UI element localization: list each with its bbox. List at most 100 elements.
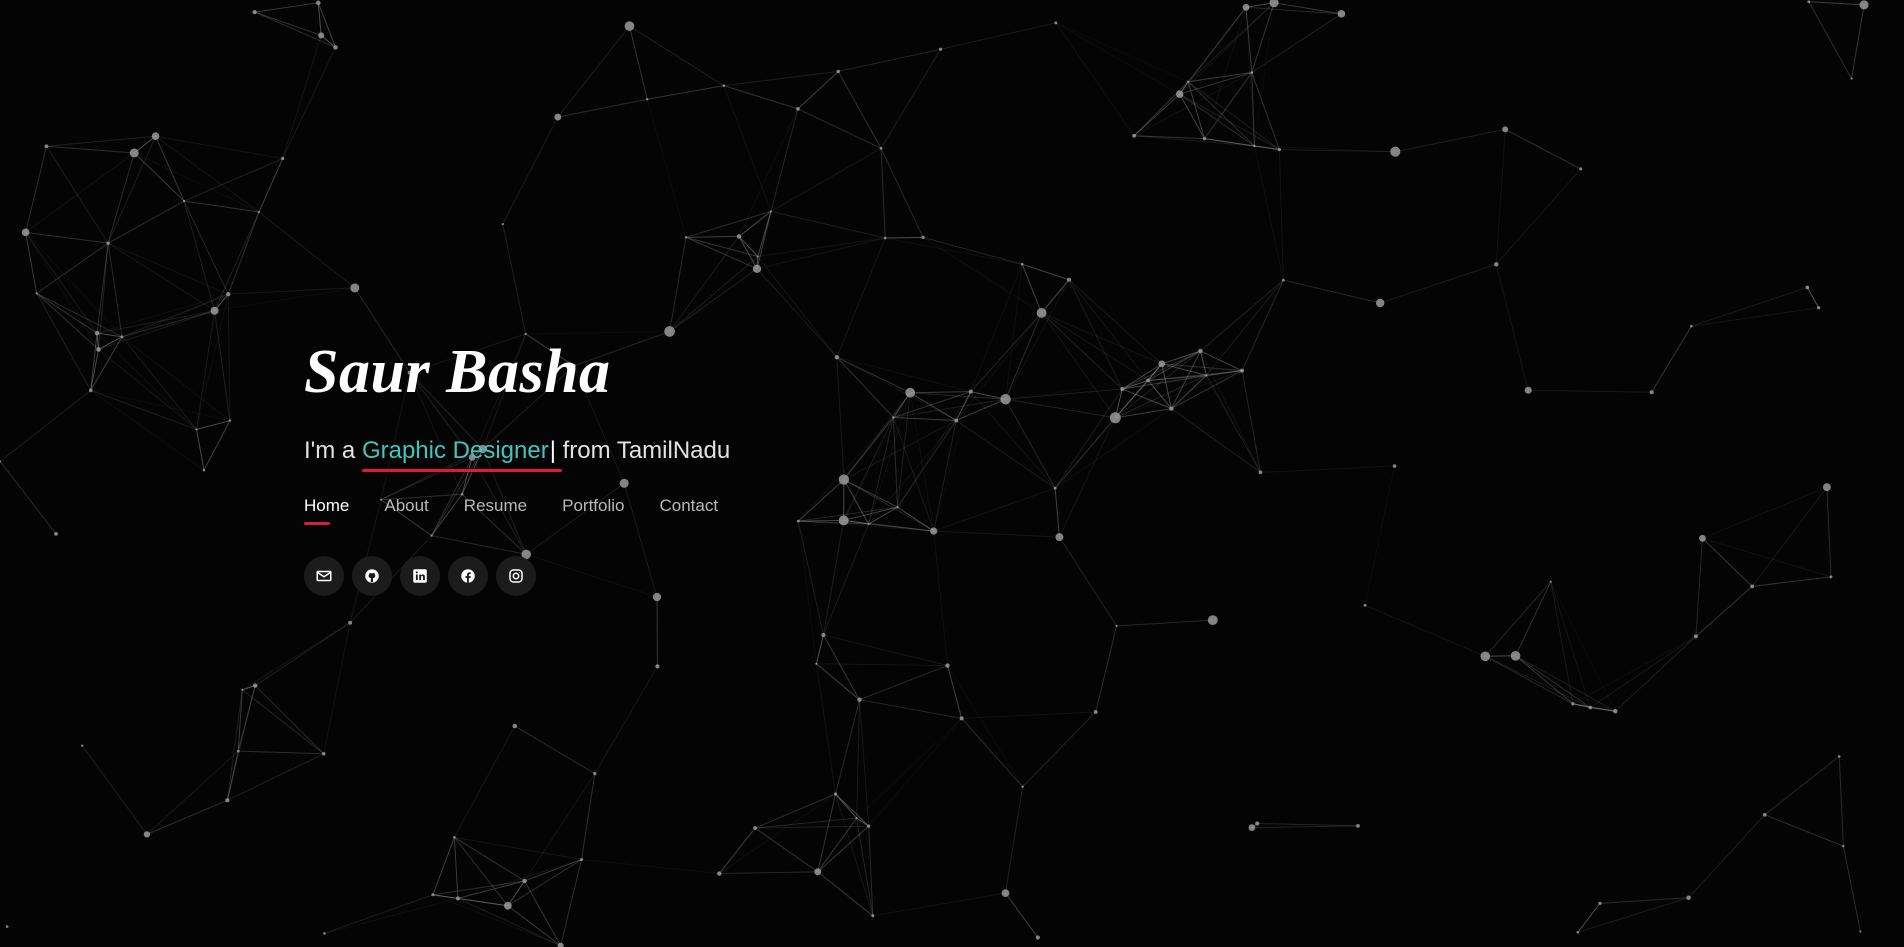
particle-links: [0, 1, 1865, 947]
nav-portfolio-link[interactable]: Portfolio: [562, 495, 624, 517]
typing-caret: |: [549, 437, 556, 464]
particle-node: [94, 330, 100, 336]
hero-section: Saur Basha I'm a Graphic Designer| from …: [304, 336, 753, 596]
particle-link: [885, 236, 924, 239]
particle-link: [893, 416, 957, 421]
particle-link: [1495, 168, 1582, 265]
particle-link: [227, 211, 260, 295]
github-icon: [365, 569, 379, 583]
particle-node: [1850, 77, 1853, 80]
particle-link: [155, 135, 260, 213]
particle-nodes: [0, 0, 1869, 947]
hero-tagline: I'm a Graphic Designer| from TamilNadu: [304, 436, 753, 472]
particle-link: [1577, 903, 1601, 933]
particle-link: [107, 200, 185, 244]
particle-link: [1005, 398, 1056, 489]
particle-link: [940, 22, 1056, 50]
particle-node: [1693, 634, 1698, 639]
particle-node: [1524, 386, 1532, 394]
particle-link: [1021, 264, 1043, 314]
particle-node: [241, 688, 244, 691]
particle-link: [836, 356, 971, 393]
github-link[interactable]: [352, 556, 392, 596]
particle-link: [669, 236, 740, 332]
particle-link: [1022, 711, 1097, 788]
particle-link: [454, 836, 582, 861]
particle-link: [524, 773, 596, 882]
particle-node: [210, 306, 219, 315]
particle-link: [797, 71, 839, 110]
nav-contact-link[interactable]: Contact: [659, 495, 718, 517]
particle-link: [258, 158, 284, 213]
nav-about-link[interactable]: About: [384, 495, 428, 517]
particle-link: [25, 232, 98, 334]
linkedin-link[interactable]: [400, 556, 440, 596]
particle-node: [1762, 812, 1767, 817]
particle-node: [1277, 147, 1282, 152]
particle-link: [1515, 655, 1574, 705]
particle-link: [1041, 312, 1149, 381]
particle-node: [1817, 306, 1821, 310]
particle-link: [432, 837, 455, 895]
particle-node: [151, 132, 160, 141]
particle-node: [883, 236, 887, 240]
particle-link: [646, 99, 687, 238]
particle-node: [1054, 21, 1058, 25]
particle-node: [129, 148, 139, 158]
particle-node: [580, 858, 584, 862]
particle-link: [324, 897, 459, 934]
particle-link: [196, 310, 216, 430]
particle-link: [837, 71, 882, 149]
particle-node: [1255, 821, 1260, 826]
particle-link: [0, 390, 92, 462]
particle-node: [836, 69, 840, 74]
particle-link: [770, 147, 882, 212]
particle-node: [522, 878, 527, 884]
particle-node: [512, 723, 518, 729]
particle-link: [836, 357, 845, 480]
particle-node: [225, 798, 230, 803]
particle-node: [867, 522, 870, 526]
email-link[interactable]: [304, 556, 344, 596]
particle-node: [1579, 167, 1583, 171]
linkedin-icon: [413, 569, 427, 583]
page: Saur Basha I'm a Graphic Designer| from …: [0, 0, 1904, 947]
particle-link: [1041, 279, 1070, 314]
particle-node: [1649, 390, 1654, 395]
particle-link: [1068, 279, 1123, 390]
particle-link: [669, 256, 759, 332]
particle-link: [557, 25, 630, 118]
particle-link: [453, 837, 459, 899]
particle-node: [1093, 710, 1098, 714]
particle-node: [455, 896, 460, 901]
nav-home-link[interactable]: Home: [304, 495, 349, 525]
particle-link: [669, 237, 687, 332]
particle-link: [1068, 279, 1149, 381]
particle-link: [647, 85, 724, 100]
particle-node: [833, 792, 838, 796]
instagram-link[interactable]: [496, 556, 536, 596]
particle-link: [816, 663, 948, 667]
particle-link: [1005, 398, 1116, 419]
particle-link: [909, 392, 935, 532]
particle-link: [46, 135, 156, 147]
particle-node: [1613, 709, 1618, 714]
particle-link: [723, 85, 772, 212]
particle-link: [1695, 538, 1703, 637]
particle-node: [120, 335, 124, 339]
particle-link: [738, 108, 799, 237]
particle-node: [752, 264, 762, 273]
particle-link: [1273, 2, 1342, 15]
particle-link: [797, 108, 882, 149]
nav-resume-link[interactable]: Resume: [464, 495, 527, 517]
particle-node: [1036, 307, 1047, 318]
facebook-link[interactable]: [448, 556, 488, 596]
particle-link: [1257, 822, 1358, 827]
particle-link: [227, 753, 324, 801]
particle-node: [1175, 90, 1184, 98]
particle-link: [1691, 307, 1819, 327]
particle-link: [822, 523, 870, 636]
particle-link: [1171, 408, 1261, 473]
particle-link: [25, 231, 109, 244]
particle-link: [96, 332, 197, 430]
